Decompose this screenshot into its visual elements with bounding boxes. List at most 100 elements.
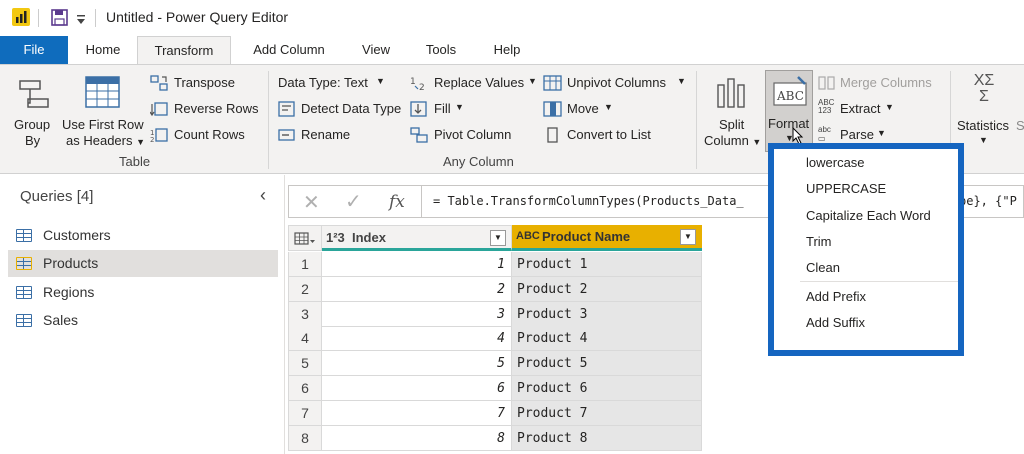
query-item-customers[interactable]: Customers — [8, 222, 278, 249]
fill-label: Fill — [434, 101, 451, 116]
move-label: Move — [567, 101, 599, 116]
split-column-label-2: Column ▼ — [704, 133, 761, 148]
svg-text:1: 1 — [410, 77, 416, 87]
split-column-label-1: Split — [719, 117, 745, 132]
merge-columns-icon — [818, 75, 836, 94]
row-number-cell[interactable]: 4 — [288, 326, 322, 351]
menu-item-trim[interactable]: Trim — [806, 234, 832, 249]
replace-values-label: Replace Values — [434, 75, 525, 90]
convert-to-list-icon — [546, 127, 560, 146]
index-cell[interactable]: 7 — [322, 401, 512, 426]
index-cell[interactable]: 2 — [322, 277, 512, 302]
table-icon — [16, 314, 32, 327]
rename-icon — [278, 127, 296, 146]
extract-label: Extract — [840, 101, 881, 116]
svg-text:ABC: ABC — [776, 89, 804, 103]
query-item-regions[interactable]: Regions — [8, 279, 278, 306]
tab-help[interactable]: Help — [482, 36, 532, 64]
formula-input-tail[interactable]: pe}, {"P — [959, 194, 1017, 208]
menu-item-clean[interactable]: Clean — [806, 260, 840, 275]
merge-columns-button[interactable]: Merge Columns — [818, 73, 943, 95]
use-first-row-label-2: as Headers ▼ — [66, 133, 145, 148]
table-group-label: Table — [119, 154, 151, 169]
row-number-cell[interactable]: 6 — [288, 376, 322, 401]
menu-item-add-prefix[interactable]: Add Prefix — [806, 289, 866, 304]
save-icon[interactable] — [51, 9, 68, 26]
row-number-cell[interactable]: 5 — [288, 351, 322, 376]
tab-file[interactable]: File — [0, 36, 68, 64]
menu-item-capitalize-each-word[interactable]: Capitalize Each Word — [806, 208, 931, 223]
replace-values-button[interactable]: 12 Replace Values ▼ — [410, 73, 540, 95]
tab-view[interactable]: View — [350, 36, 402, 64]
detect-data-type-button[interactable]: Detect Data Type — [278, 99, 406, 121]
group-by-label-1: Group — [14, 117, 51, 132]
tab-transform[interactable]: Transform — [137, 36, 231, 65]
group-by-button[interactable]: Group By — [10, 73, 58, 153]
statistics-button[interactable]: XΣ Σ Statistics ▼ — [955, 73, 1015, 153]
unpivot-columns-button[interactable]: Unpivot Columns ▼ — [543, 73, 688, 95]
count-rows-button[interactable]: 12 Count Rows — [150, 125, 260, 147]
tab-tools[interactable]: Tools — [413, 36, 469, 64]
row-number-cell[interactable]: 1 — [288, 252, 322, 277]
svg-text:2: 2 — [150, 136, 154, 143]
index-cell[interactable]: 4 — [322, 326, 512, 351]
row-number-cell[interactable]: 7 — [288, 401, 322, 426]
column-header-product-name[interactable]: ABC Product Name ▼ — [512, 225, 702, 251]
split-column-button[interactable]: Split Column ▼ — [702, 73, 762, 153]
chevron-down-icon: ▼ — [528, 76, 537, 86]
commit-icon[interactable]: ✓ — [345, 189, 362, 214]
product-name-cell[interactable]: Product 1 — [512, 252, 702, 277]
extract-button[interactable]: ABC 123 Extract ▼ — [818, 99, 908, 121]
query-item-products[interactable]: Products — [8, 250, 278, 277]
menu-divider — [800, 281, 958, 282]
index-cell[interactable]: 3 — [322, 302, 512, 327]
fill-button[interactable]: Fill ▼ — [410, 99, 480, 121]
formula-input[interactable]: = Table.TransformColumnTypes(Products_Da… — [433, 194, 744, 208]
column-header-index[interactable]: 1²3 Index ▼ — [322, 225, 512, 251]
fx-icon[interactable]: fx — [389, 192, 405, 212]
data-type-dropdown[interactable]: Data Type: Text ▼ — [278, 73, 403, 95]
tab-add-column[interactable]: Add Column — [238, 36, 340, 64]
pivot-column-icon — [410, 127, 428, 146]
whole-number-type-icon[interactable]: 1²3 — [326, 230, 345, 245]
move-button[interactable]: Move ▼ — [543, 99, 618, 121]
convert-to-list-button[interactable]: Convert to List — [543, 125, 663, 147]
group-divider — [696, 71, 697, 169]
product-name-cell[interactable]: Product 5 — [512, 351, 702, 376]
column-filter-icon[interactable]: ▼ — [490, 230, 506, 246]
index-cell[interactable]: 5 — [322, 351, 512, 376]
menu-item-add-suffix[interactable]: Add Suffix — [806, 315, 865, 330]
cancel-icon[interactable]: ✕ — [303, 190, 320, 215]
rename-button[interactable]: Rename — [278, 125, 368, 147]
group-by-icon — [16, 77, 52, 113]
reverse-rows-button[interactable]: Reverse Rows — [149, 99, 262, 121]
product-name-cell[interactable]: Product 7 — [512, 401, 702, 426]
query-item-sales[interactable]: Sales — [8, 307, 278, 334]
product-name-cell[interactable]: Product 4 — [512, 326, 702, 351]
product-name-cell[interactable]: Product 8 — [512, 426, 702, 451]
menu-item-lowercase[interactable]: lowercase — [806, 155, 865, 170]
transpose-icon — [150, 75, 168, 94]
chevron-down-icon: ▼ — [604, 102, 613, 112]
row-number-cell[interactable]: 2 — [288, 277, 322, 302]
product-name-cell[interactable]: Product 3 — [512, 302, 702, 327]
row-number-cell[interactable]: 3 — [288, 302, 322, 327]
row-number-cell[interactable]: 8 — [288, 426, 322, 451]
product-name-cell[interactable]: Product 6 — [512, 376, 702, 401]
quick-access-dropdown-icon[interactable] — [76, 13, 86, 24]
product-name-cell[interactable]: Product 2 — [512, 277, 702, 302]
tab-home[interactable]: Home — [72, 36, 134, 64]
index-cell[interactable]: 8 — [322, 426, 512, 451]
column-filter-icon[interactable]: ▼ — [680, 229, 696, 245]
index-cell[interactable]: 1 — [322, 252, 512, 277]
transpose-button[interactable]: Transpose — [150, 73, 260, 95]
table-menu-button[interactable] — [288, 225, 322, 251]
collapse-pane-icon[interactable]: ‹ — [260, 185, 266, 206]
format-button[interactable]: ABC Format ▼ — [765, 70, 813, 152]
menu-item-uppercase[interactable]: UPPERCASE — [806, 181, 886, 196]
pivot-column-button[interactable]: Pivot Column — [410, 125, 530, 147]
text-type-icon[interactable]: ABC — [516, 230, 540, 242]
formula-divider — [421, 186, 422, 217]
index-cell[interactable]: 6 — [322, 376, 512, 401]
use-first-row-button[interactable]: Use First Row as Headers ▼ — [60, 73, 148, 153]
